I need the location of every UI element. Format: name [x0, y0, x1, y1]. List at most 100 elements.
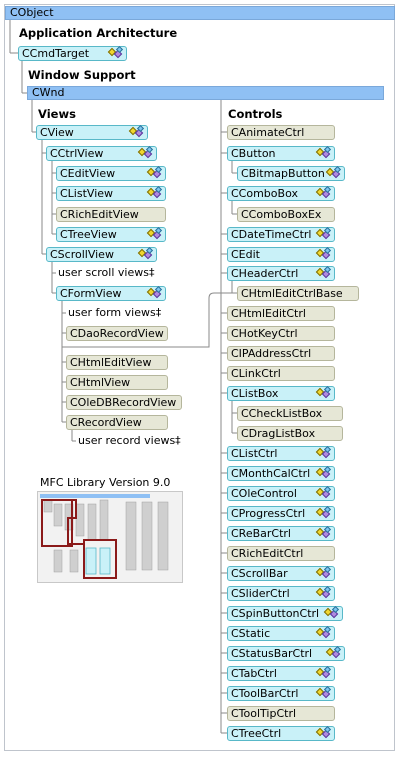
- control-node-chtmleditctrl[interactable]: CHtmlEditCtrl: [227, 306, 335, 321]
- control-node-label: CDateTimeCtrl: [231, 228, 312, 241]
- control-node-label: CProgressCtrl: [231, 507, 306, 520]
- minimap-block: [157, 501, 169, 571]
- node-cview[interactable]: CView: [36, 124, 148, 140]
- control-node-label: CReBarCtrl: [231, 527, 291, 540]
- class-icons: [315, 685, 332, 699]
- node-crecordview[interactable]: CRecordView: [66, 415, 168, 430]
- node-crichEditview[interactable]: CRichEditView: [56, 207, 166, 222]
- node-chtmlview[interactable]: CHtmlView: [66, 375, 168, 390]
- class-icons: [146, 285, 163, 299]
- minimap-block: [53, 503, 63, 527]
- node-ceditview[interactable]: CEditView: [56, 165, 166, 181]
- class-icons: [137, 145, 154, 159]
- heading-window-support: Window Support: [28, 68, 136, 82]
- control-node-label: CHtmlEditCtrl: [231, 307, 306, 320]
- control-node-label: CToolBarCtrl: [231, 687, 299, 700]
- control-node-cprogressctrl[interactable]: CProgressCtrl: [227, 505, 335, 521]
- control-node-cchecklistbox[interactable]: CCheckListBox: [237, 406, 343, 421]
- control-node-cstatusbarctrl[interactable]: CStatusBarCtrl: [227, 645, 345, 661]
- control-node-label: CScrollBar: [231, 567, 288, 580]
- node-cctrlview[interactable]: CCtrlView: [46, 145, 157, 161]
- cobject-band[interactable]: CObject: [5, 6, 395, 20]
- control-node-ctreectrl[interactable]: CTreeCtrl: [227, 725, 335, 741]
- node-ccmdtarget-label: CCmdTarget: [22, 47, 90, 60]
- minimap-block: [125, 501, 137, 571]
- control-node-cdraglistbox[interactable]: CDragListBox: [237, 426, 343, 441]
- control-node-ctabctrl[interactable]: CTabCtrl: [227, 665, 335, 681]
- cwnd-band[interactable]: CWnd: [27, 86, 384, 100]
- class-icons: [315, 465, 332, 479]
- node-chtmleditview[interactable]: CHtmlEditView: [66, 355, 168, 370]
- control-node-chotkeyctrl[interactable]: CHotKeyCtrl: [227, 326, 335, 341]
- control-node-cricheditctrl[interactable]: CRichEditCtrl: [227, 546, 335, 561]
- control-node-label: CLinkCtrl: [231, 367, 281, 380]
- node-clistview-label: CListView: [60, 187, 114, 200]
- control-node-cdatetimectrl[interactable]: CDateTimeCtrl: [227, 226, 335, 242]
- node-cformview[interactable]: CFormView: [56, 285, 166, 301]
- control-node-cedit[interactable]: CEdit: [227, 246, 335, 262]
- user-record-views-label: user record views‡: [78, 434, 181, 447]
- control-node-ctooltipctrl[interactable]: CToolTipCtrl: [227, 706, 335, 721]
- user-form-views-label: user form views‡: [68, 306, 162, 319]
- class-icons: [146, 165, 163, 179]
- control-node-chtmleditctrlbase[interactable]: CHtmlEditCtrlBase: [237, 286, 359, 301]
- control-node-cscrollbar[interactable]: CScrollBar: [227, 565, 335, 581]
- node-ctreeview-label: CTreeView: [60, 228, 117, 241]
- class-icons: [315, 445, 332, 459]
- control-node-label: CBitmapButton: [241, 167, 325, 180]
- minimap-graphic: [40, 494, 169, 579]
- node-cscrollview[interactable]: CScrollView: [46, 246, 157, 262]
- node-cdaorecordview[interactable]: CDaoRecordView: [66, 326, 168, 341]
- control-node-clistbox[interactable]: CListBox: [227, 385, 335, 401]
- minimap-views-block: [85, 547, 97, 575]
- control-node-label: CListBox: [231, 387, 279, 400]
- control-node-cheaderctrl[interactable]: CHeaderCtrl: [227, 265, 335, 281]
- cwnd-label: CWnd: [32, 86, 65, 99]
- class-icons: [315, 185, 332, 199]
- control-node-label: CTabCtrl: [231, 667, 277, 680]
- minimap-block: [141, 501, 153, 571]
- minimap-block: [75, 503, 85, 537]
- minimap-block: [87, 503, 97, 541]
- control-node-cstatic[interactable]: CStatic: [227, 625, 335, 641]
- control-node-cipaddressctrl[interactable]: CIPAddressCtrl: [227, 346, 335, 361]
- control-node-label: CRichEditCtrl: [231, 547, 304, 560]
- class-icons: [315, 246, 332, 260]
- control-node-crebarctrl[interactable]: CReBarCtrl: [227, 525, 335, 541]
- node-cricheditview-label: CRichEditView: [60, 208, 139, 221]
- minimap-views-block: [99, 547, 111, 575]
- node-ccmdtarget[interactable]: CCmdTarget: [18, 45, 127, 61]
- class-icons: [325, 645, 342, 659]
- control-node-ccombobox[interactable]: CComboBox: [227, 185, 335, 201]
- node-coledbrecordview[interactable]: COleDBRecordView: [66, 395, 182, 410]
- control-node-colecontrol[interactable]: COleControl: [227, 485, 335, 501]
- class-icons: [315, 665, 332, 679]
- control-node-ctoolbarctrl[interactable]: CToolBarCtrl: [227, 685, 335, 701]
- control-node-label: CCheckListBox: [241, 407, 323, 420]
- control-node-label: CTreeCtrl: [231, 727, 282, 740]
- node-clistview[interactable]: CListView: [56, 185, 166, 201]
- class-icons: [315, 265, 332, 279]
- control-node-cbitmapbutton[interactable]: CBitmapButton: [237, 165, 345, 181]
- control-node-cspinbuttonctrl[interactable]: CSpinButtonCtrl: [227, 605, 343, 621]
- library-minimap[interactable]: [37, 491, 183, 583]
- node-ceditview-label: CEditView: [60, 167, 116, 180]
- class-icons: [146, 185, 163, 199]
- control-node-ccomboboxex[interactable]: CComboBoxEx: [237, 207, 335, 222]
- control-node-cbutton[interactable]: CButton: [227, 145, 335, 161]
- class-icons: [325, 165, 342, 179]
- heading-views: Views: [38, 107, 76, 121]
- node-cscrollview-label: CScrollView: [50, 248, 114, 261]
- class-icons: [107, 45, 124, 59]
- control-node-canimatectrl[interactable]: CAnimateCtrl: [227, 125, 335, 140]
- control-node-clinkctrl[interactable]: CLinkCtrl: [227, 366, 335, 381]
- node-cview-label: CView: [40, 126, 74, 139]
- class-icons: [315, 505, 332, 519]
- control-node-clistctrl[interactable]: CListCtrl: [227, 445, 335, 461]
- cobject-label: CObject: [10, 6, 54, 19]
- node-coledbrecordview-label: COleDBRecordView: [70, 396, 177, 409]
- node-ctreeview[interactable]: CTreeView: [56, 226, 166, 242]
- control-node-csliderctrl[interactable]: CSliderCtrl: [227, 585, 335, 601]
- control-node-label: COleControl: [231, 487, 297, 500]
- control-node-cmonthcalctrl[interactable]: CMonthCalCtrl: [227, 465, 335, 481]
